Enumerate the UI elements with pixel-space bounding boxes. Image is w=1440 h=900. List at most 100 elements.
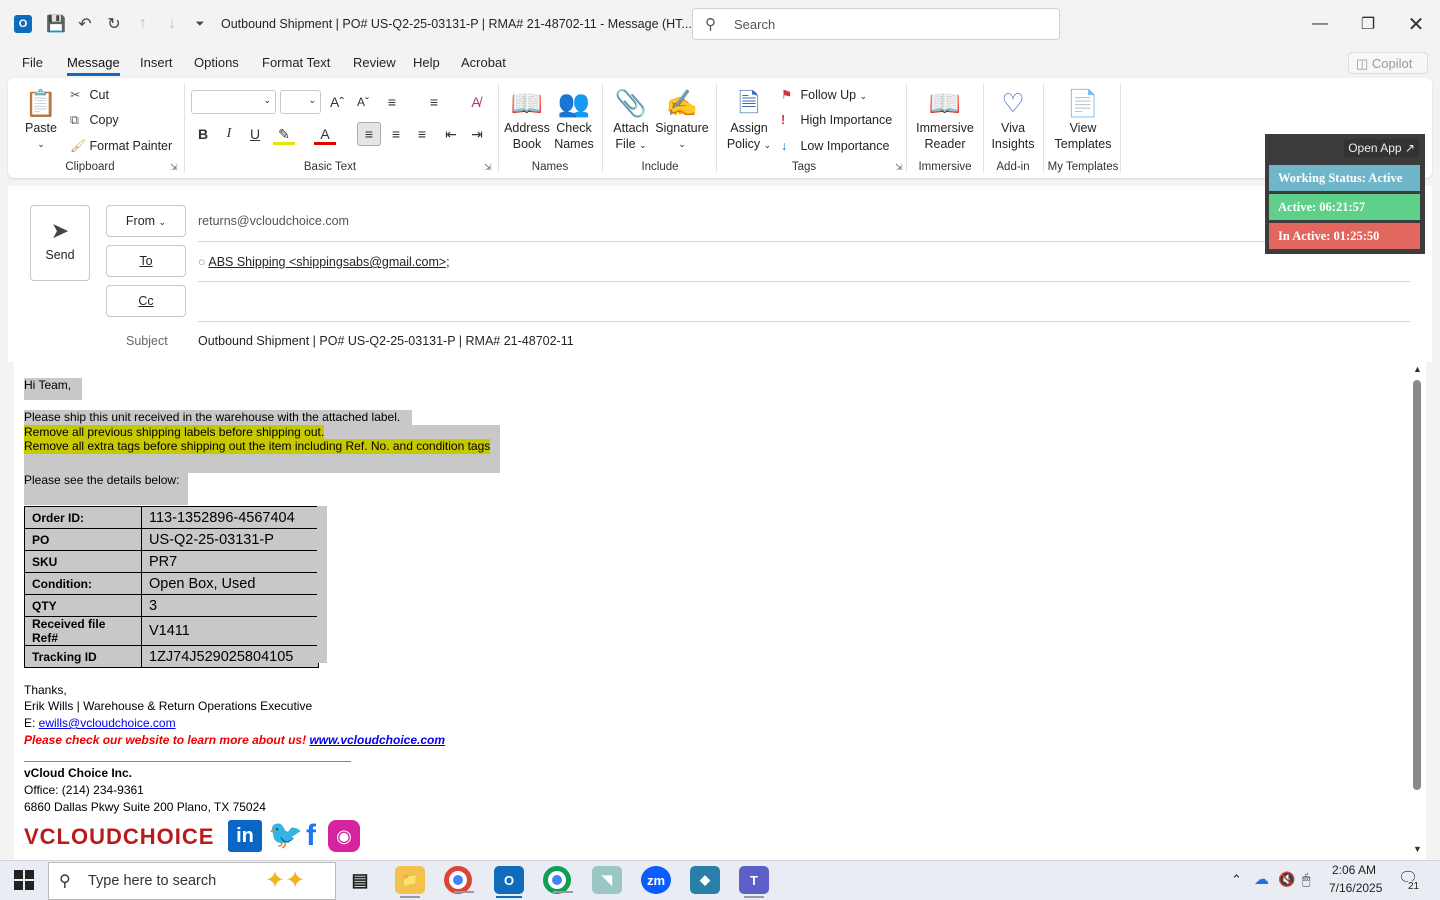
font-family-select[interactable]: ⌄ (191, 90, 276, 114)
notification-count[interactable]: 21 (1408, 881, 1420, 892)
copy-button[interactable]: ⧉ Copy (70, 113, 119, 128)
instagram-icon[interactable]: ◉ (328, 820, 360, 852)
next-item-icon[interactable]: ↓ (162, 14, 182, 34)
bullets-icon[interactable]: ≡ (381, 91, 403, 113)
view-templates-button[interactable]: 📄 View Templates (1050, 86, 1116, 152)
redo-icon[interactable]: ↻ (104, 14, 124, 34)
policy-icon: 🗎 (738, 88, 760, 118)
network-icon[interactable]: 🖱 (1302, 871, 1310, 888)
low-importance-button[interactable]: ↓ Low Importance (781, 139, 889, 153)
from-divider (198, 241, 1410, 242)
table-row: Order ID: 113-1352896-4567404 (24, 506, 319, 529)
numbering-icon[interactable]: ≡ (423, 91, 445, 113)
align-center-icon[interactable]: ≡ (385, 123, 407, 145)
tab-file[interactable]: File (22, 55, 43, 70)
high-importance-button[interactable]: ! High Importance (781, 113, 892, 127)
from-button[interactable]: From ⌄ (106, 205, 186, 237)
search-icon: ⚲ (59, 873, 71, 890)
office-phone: Office: (214) 234-9361 (24, 783, 144, 797)
tab-message[interactable]: Message (67, 55, 120, 76)
previous-item-icon[interactable]: ↑ (133, 14, 153, 34)
task-view-icon[interactable]: ▤ (345, 866, 375, 894)
clear-formatting-icon[interactable]: A̸ (465, 91, 487, 113)
undo-icon[interactable]: ↶ (75, 14, 95, 34)
chrome-profile-icon[interactable] (543, 866, 573, 894)
taskbar-search-input[interactable]: ⚲ Type here to search ✦✦ (48, 862, 336, 900)
tab-insert[interactable]: Insert (140, 55, 173, 70)
highlight-icon[interactable]: ✎ (273, 123, 295, 145)
scroll-down-icon[interactable]: ▼ (1413, 844, 1422, 854)
attach-file-button[interactable]: 📎 Attach File ⌄ (608, 86, 654, 153)
paste-button[interactable]: 📋 Paste ⌄ (22, 86, 60, 152)
close-button[interactable]: ✕ (1404, 12, 1428, 36)
immersive-reader-button[interactable]: 📖 Immersive Reader (912, 86, 978, 152)
message-body[interactable]: Hi Team, Please ship this unit received … (14, 362, 1410, 860)
viva-insights-button[interactable]: ♡ Viva Insights (988, 86, 1038, 152)
tab-format-text[interactable]: Format Text (262, 55, 330, 70)
scrollbar-thumb[interactable] (1413, 380, 1421, 790)
signature-email-link[interactable]: ewills@vcloudchoice.com (39, 716, 176, 730)
customize-quick-access-icon[interactable]: ⏷ (190, 14, 210, 34)
to-field[interactable]: ○ ABS Shipping <shippingsabs@gmail.com>; (198, 255, 450, 269)
subject-label: Subject (126, 334, 168, 348)
zoom-icon[interactable]: zm (641, 866, 671, 894)
from-value: returns@vcloudchoice.com (198, 214, 349, 228)
save-icon[interactable]: 💾 (46, 14, 66, 34)
italic-icon[interactable]: I (218, 123, 240, 145)
chrome-icon[interactable] (444, 866, 474, 894)
basic-text-launcher-icon[interactable]: ⇲ (484, 162, 492, 173)
chevron-up-icon[interactable]: ⌃ (1231, 872, 1242, 888)
to-recipient[interactable]: ABS Shipping <shippingsabs@gmail.com>; (208, 255, 449, 269)
twitter-icon[interactable]: 🐦 (268, 818, 303, 850)
open-app-button[interactable]: Open App ↗ (1344, 139, 1419, 157)
font-size-select[interactable]: ⌄ (280, 90, 321, 114)
onedrive-icon[interactable]: ☁ (1254, 870, 1269, 888)
cut-label: Cut (89, 88, 109, 102)
copilot-label: Copilot (1371, 56, 1413, 71)
cut-button[interactable]: ✂ Cut (70, 87, 109, 102)
check-names-button[interactable]: 👥 Check Names (551, 86, 597, 152)
minimize-button[interactable]: — (1308, 12, 1332, 36)
active-time-badge: Active: 06:21:57 (1269, 194, 1420, 220)
copilot-button[interactable]: ◫ Copilot (1348, 52, 1428, 74)
signature-button[interactable]: ✍ Signature ⌄ (655, 86, 709, 152)
website-link[interactable]: www.vcloudchoice.com (309, 733, 445, 747)
clock-date[interactable]: 7/16/2025 (1329, 881, 1382, 895)
file-explorer-icon[interactable]: 📁 (395, 866, 425, 898)
align-right-icon[interactable]: ≡ (411, 123, 433, 145)
cc-button[interactable]: Cc (106, 285, 186, 317)
format-painter-button[interactable]: 🖌 Format Painter (70, 139, 172, 154)
assign-policy-button[interactable]: 🗎 Assign Policy ⌄ (722, 86, 776, 153)
shrink-font-icon[interactable]: Aˇ (352, 91, 374, 113)
teams-icon[interactable]: T (739, 866, 769, 898)
grow-font-icon[interactable]: Aˆ (326, 91, 348, 113)
increase-indent-icon[interactable]: ⇥ (466, 123, 488, 145)
address-book-button[interactable]: 📖 Address Book (503, 86, 551, 152)
app-icon[interactable]: ◥ (592, 866, 622, 894)
search-input[interactable]: ⚲ Search (692, 8, 1060, 40)
tab-acrobat[interactable]: Acrobat (461, 55, 506, 70)
windows-start-icon[interactable] (14, 870, 34, 890)
align-left-icon[interactable]: ≡ (357, 122, 381, 146)
linkedin-icon[interactable]: in (228, 820, 262, 852)
remote-app-icon[interactable]: ◆ (690, 866, 720, 894)
tab-options[interactable]: Options (194, 55, 239, 70)
clock-time[interactable]: 2:06 AM (1332, 863, 1376, 877)
facebook-icon[interactable]: f (302, 820, 320, 852)
restore-button[interactable]: ❐ (1356, 12, 1380, 36)
to-button[interactable]: To (106, 245, 186, 277)
font-color-icon[interactable]: A (314, 123, 336, 145)
bold-icon[interactable]: B (192, 123, 214, 145)
send-button[interactable]: ➤ Send (30, 205, 90, 281)
volume-icon[interactable]: 🔇 (1278, 871, 1295, 888)
scroll-up-icon[interactable]: ▲ (1413, 364, 1422, 374)
subject-input[interactable]: Outbound Shipment | PO# US-Q2-25-03131-P… (198, 334, 574, 348)
clipboard-launcher-icon[interactable]: ⇲ (170, 162, 178, 173)
detail-value: 3 (141, 594, 319, 617)
tab-help[interactable]: Help (413, 55, 440, 70)
follow-up-button[interactable]: ⚑ Follow Up ⌄ (781, 87, 867, 102)
underline-icon[interactable]: U (244, 123, 266, 145)
decrease-indent-icon[interactable]: ⇤ (440, 123, 462, 145)
outlook-taskbar-icon[interactable]: O (494, 866, 524, 898)
tab-review[interactable]: Review (353, 55, 396, 70)
